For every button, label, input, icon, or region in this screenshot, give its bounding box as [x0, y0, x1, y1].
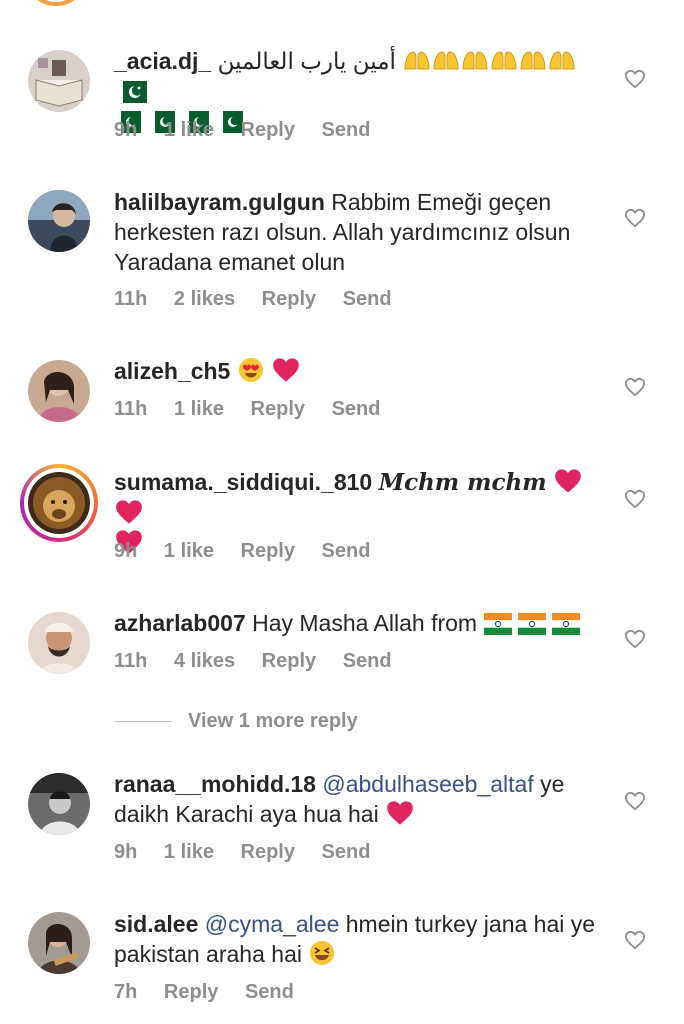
heart-outline-icon[interactable] [624, 489, 646, 509]
send-button[interactable]: Send [322, 840, 371, 864]
divider-line [114, 721, 172, 723]
story-ring-partial [30, 0, 82, 6]
comment-username[interactable]: halilbayram.gulgun [114, 189, 325, 215]
comment-username[interactable]: ranaa__mohidd.18 [114, 771, 316, 797]
likes-count[interactable]: 2 likes [174, 287, 235, 311]
comment-username[interactable]: _acia.dj_ [114, 48, 211, 74]
mention-link[interactable]: @cyma_alee [205, 911, 340, 937]
heart-outline-icon[interactable] [624, 629, 646, 649]
comment-meta: 11h 2 likes Reply Send [114, 287, 413, 311]
avatar[interactable] [28, 912, 90, 974]
likes-count[interactable]: 1 like [164, 840, 214, 864]
comment-time: 11h [114, 288, 148, 310]
comment-meta: 9h 1 like Reply Send [114, 118, 391, 142]
heart-eyes-emoji [237, 358, 271, 384]
reply-button[interactable]: Reply [262, 649, 316, 673]
view-more-replies-button[interactable]: View 1 more reply [114, 710, 358, 734]
comment-text: sid.alee @cyma_alee hmein turkey jana ha… [114, 909, 614, 969]
comment-time: 9h [114, 540, 138, 562]
comment-text: halilbayram.gulgun Rabbim Emeği geçen he… [114, 187, 614, 277]
reply-button[interactable]: Reply [164, 980, 218, 1004]
heart-outline-icon[interactable] [624, 69, 646, 89]
reply-button[interactable]: Reply [251, 397, 305, 421]
avatar[interactable] [28, 612, 90, 674]
reply-button[interactable]: Reply [262, 287, 316, 311]
send-button[interactable]: Send [322, 118, 371, 142]
avatar[interactable] [28, 360, 90, 422]
likes-count[interactable]: 4 likes [174, 649, 235, 673]
comment-time: 9h [114, 119, 138, 141]
comment-username[interactable]: alizeh_ch5 [114, 358, 230, 384]
comment-text: alizeh_ch5 [114, 356, 614, 386]
avatar[interactable] [28, 50, 90, 112]
send-button[interactable]: Send [332, 397, 381, 421]
send-button[interactable]: Send [343, 287, 392, 311]
comment-meta: 9h 1 like Reply Send [114, 539, 391, 563]
india-flag-emoji [483, 610, 581, 636]
mention-link[interactable]: @abdulhaseeb_altaf [322, 771, 533, 797]
heart-outline-icon[interactable] [624, 791, 646, 811]
red-heart-emoji [385, 801, 415, 827]
comment-body: Hay Masha Allah from [252, 610, 478, 636]
comment-meta: 11h 4 likes Reply Send [114, 649, 413, 673]
comment-username[interactable]: sumama._siddiqui._810 [114, 469, 372, 495]
comment-time: 7h [114, 981, 138, 1003]
comment-body: أمين يارب العالمين [217, 48, 396, 74]
likes-count[interactable]: 1 like [164, 539, 214, 563]
story-ring[interactable] [20, 464, 98, 542]
reply-button[interactable]: Reply [241, 539, 295, 563]
heart-outline-icon[interactable] [624, 377, 646, 397]
heart-outline-icon[interactable] [624, 930, 646, 950]
comment-meta: 11h 1 like Reply Send [114, 397, 401, 421]
avatar[interactable] [28, 773, 90, 835]
comment-meta: 9h 1 like Reply Send [114, 840, 391, 864]
laughing-emoji [308, 941, 336, 967]
send-button[interactable]: Send [322, 539, 371, 563]
reply-button[interactable]: Reply [241, 118, 295, 142]
send-button[interactable]: Send [245, 980, 294, 1004]
view-more-label[interactable]: View 1 more reply [188, 710, 358, 732]
comment-time: 11h [114, 398, 148, 420]
avatar[interactable] [28, 472, 90, 534]
comment-text: azharlab007 Hay Masha Allah from [114, 608, 614, 638]
comment-meta: 7h Reply Send [114, 980, 315, 1004]
comment-username[interactable]: sid.alee [114, 911, 198, 937]
likes-count[interactable]: 1 like [164, 118, 214, 142]
reply-button[interactable]: Reply [241, 840, 295, 864]
comment-body: Mchm mchm [378, 469, 547, 496]
red-heart-emoji [271, 358, 301, 384]
pakistan-flag-emoji [114, 78, 148, 104]
comment-time: 9h [114, 841, 138, 863]
comment-text: ranaa__mohidd.18 @abdulhaseeb_altaf ye d… [114, 769, 614, 829]
comment-username[interactable]: azharlab007 [114, 610, 246, 636]
likes-count[interactable]: 1 like [174, 397, 224, 421]
open-hands-emoji [402, 48, 576, 74]
avatar[interactable] [28, 190, 90, 252]
send-button[interactable]: Send [343, 649, 392, 673]
heart-outline-icon[interactable] [624, 208, 646, 228]
comment-time: 11h [114, 650, 148, 672]
